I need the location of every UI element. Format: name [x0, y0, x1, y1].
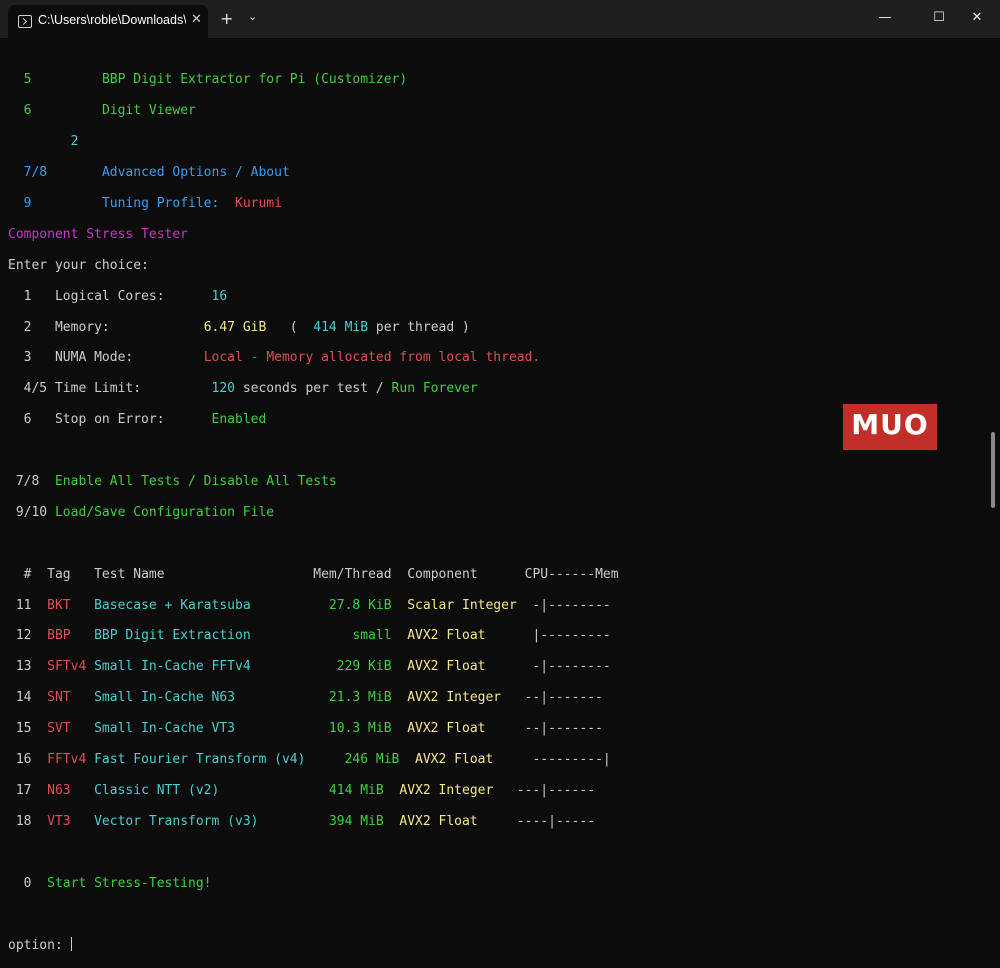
menu-item: 5 BBP Digit Extractor for Pi (Customizer… [23, 72, 408, 88]
watermark-text: MUO [851, 408, 929, 441]
menu-item: 6 Digit Viewer [23, 103, 196, 119]
chevron-down-icon[interactable]: ⌄ [248, 10, 257, 23]
setting-numa: 3 NUMA Mode: Local - Memory allocated fr… [23, 350, 541, 366]
table-row: 13 SFTv4 Small In-Cache FFTv4 229 KiB AV… [15, 659, 611, 675]
scrollbar[interactable] [991, 432, 995, 508]
terminal-tab[interactable]: C:\Users\roble\Downloads\y-c ✕ [8, 5, 208, 38]
table-row: 15 SVT Small In-Cache VT3 10.3 MiB AVX2 … [15, 721, 603, 737]
tab-close-icon[interactable]: ✕ [191, 12, 202, 27]
option-load-save: 9/10 Load/Save Configuration File [15, 504, 275, 520]
close-button[interactable]: ✕ [954, 0, 1000, 36]
table-row: 11 BKT Basecase + Karatsuba 27.8 KiB Sca… [15, 597, 611, 613]
table-row: 16 FFTv4 Fast Fourier Transform (v4) 246… [15, 752, 611, 768]
choice-prompt: Enter your choice: [8, 257, 149, 273]
table-header: # Tag Test Name Mem/Thread Component CPU… [23, 566, 619, 582]
terminal-icon [18, 15, 32, 28]
table-row: 18 VT3 Vector Transform (v3) 394 MiB AVX… [15, 813, 596, 829]
new-tab-button[interactable]: + [220, 9, 233, 28]
terminal-output: 5 BBP Digit Extractor for Pi (Customizer… [8, 57, 988, 968]
section-title: Component Stress Tester [8, 226, 189, 242]
menu-item-tuning: 9 Tuning Profile: Kurumi [23, 196, 282, 212]
text-cursor [70, 937, 72, 952]
option-enable-disable: 7/8 Enable All Tests / Disable All Tests [15, 474, 337, 490]
tab-title: C:\Users\roble\Downloads\y-c [38, 13, 186, 27]
setting-memory: 2 Memory: 6.47 GiB ( 414 MiB per thread … [23, 319, 470, 335]
stray-digit: 2 [70, 134, 79, 150]
start-option: 0 Start Stress-Testing! [23, 875, 212, 891]
setting-time: 4/5 Time Limit: 120 seconds per test / R… [23, 381, 478, 397]
watermark-logo: MUO [843, 404, 937, 450]
table-row: 17 N63 Classic NTT (v2) 414 MiB AVX2 Int… [15, 782, 596, 798]
setting-stop: 6 Stop on Error: Enabled [23, 412, 267, 428]
menu-item-advanced: 7/8 Advanced Options / About [23, 165, 290, 181]
table-row: 12 BBP BBP Digit Extraction small AVX2 F… [15, 628, 611, 644]
table-row: 14 SNT Small In-Cache N63 21.3 MiB AVX2 … [15, 690, 603, 706]
title-bar: C:\Users\roble\Downloads\y-c ✕ + ⌄ — ☐ ✕ [0, 0, 1000, 38]
minimize-button[interactable]: — [862, 0, 908, 36]
setting-cores: 1 Logical Cores: 16 [23, 288, 228, 304]
option-input-line[interactable]: option: [8, 937, 988, 953]
